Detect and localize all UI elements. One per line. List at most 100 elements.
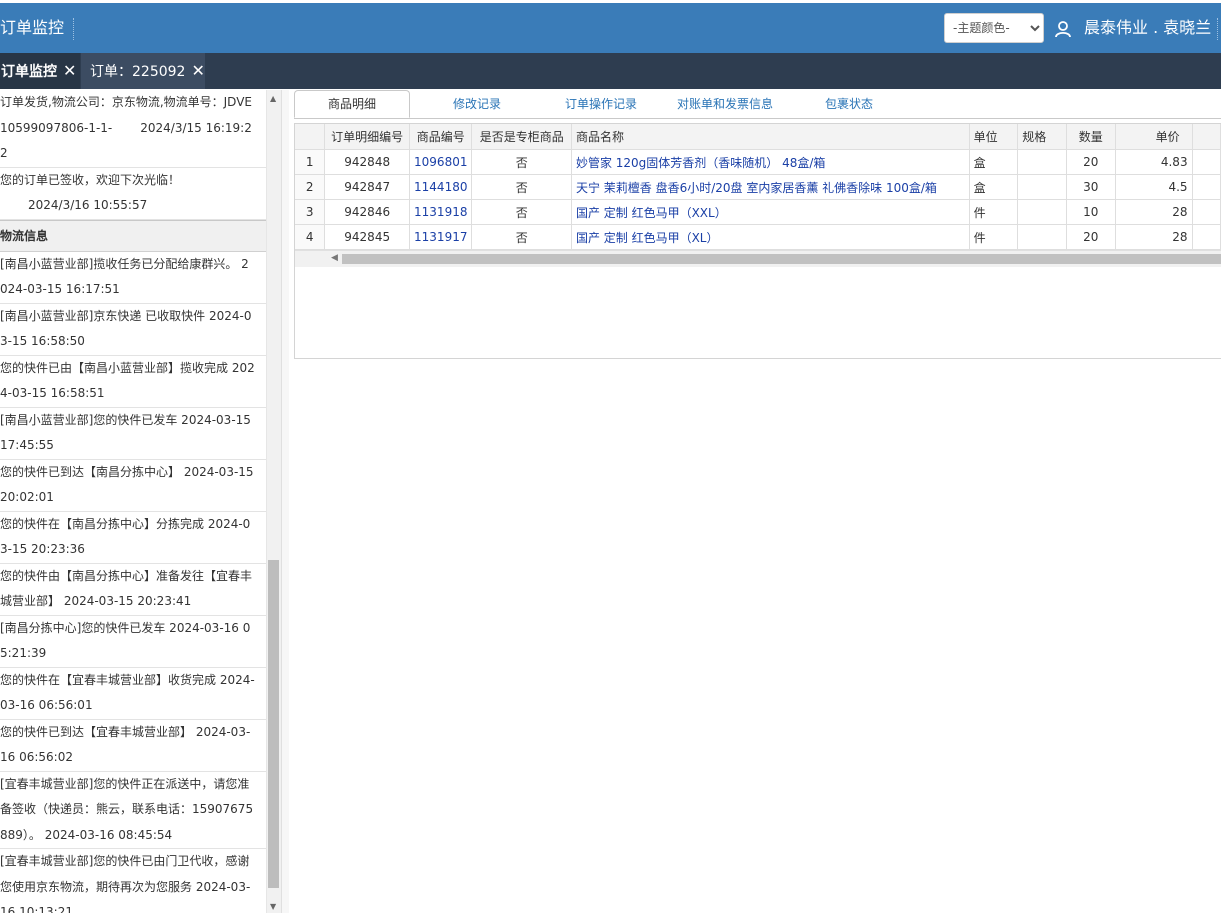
panel-splitter[interactable] xyxy=(281,90,289,913)
tab-package-status[interactable]: 包裹状态 xyxy=(806,90,892,118)
tab-order-detail[interactable]: 订单：225092 ✕ xyxy=(81,53,205,89)
column-header[interactable]: 商品名称 xyxy=(571,124,970,150)
tab-product-details[interactable]: 商品明细 xyxy=(294,90,410,118)
empty-cell xyxy=(1192,149,1221,175)
logistics-entry: [宜春丰城营业部]您的快件已由门卫代收，感谢您使用京东物流，期待再次为您服务 2… xyxy=(0,849,266,913)
column-header[interactable]: 订单明细编号 xyxy=(324,124,411,150)
detail-id-cell: 942845 xyxy=(324,224,411,250)
tab-operation-log[interactable]: 订单操作记录 xyxy=(544,90,658,118)
row-number: 1 xyxy=(295,149,326,175)
empty-cell xyxy=(1192,199,1221,225)
row-number-header xyxy=(295,124,326,150)
logistics-entry: [宜春丰城营业部]您的快件正在派送中，请您准备签收（快递员：熊云，联系电话：15… xyxy=(0,772,266,849)
column-header[interactable]: 单位 xyxy=(969,124,1019,150)
detail-id-cell: 942848 xyxy=(324,149,411,175)
status-entry: 订单发货,物流公司：京东物流,物流单号：JDVE10599097806-1-1-… xyxy=(0,90,266,168)
product-grid: 订单明细编号 商品编号 是否是专柜商品 商品名称 单位 规格 数量 单价 1 9… xyxy=(294,123,1221,359)
unit-cell: 件 xyxy=(969,224,1019,250)
logistics-entry: [南昌小蓝营业部]您的快件已发车 2024-03-15 17:45:55 xyxy=(0,408,266,460)
detail-id-cell: 942847 xyxy=(324,174,411,200)
theme-color-select[interactable]: -主题颜色- xyxy=(944,13,1044,43)
tab-statement-invoice[interactable]: 对账单和发票信息 xyxy=(668,90,782,118)
column-header[interactable]: 单价 xyxy=(1115,124,1193,150)
empty-cell xyxy=(1192,174,1221,200)
product-id-cell[interactable]: 1131918 xyxy=(409,199,473,225)
row-number: 4 xyxy=(295,224,326,250)
unit-price-cell: 28 xyxy=(1115,224,1193,250)
unit-price-cell: 28 xyxy=(1115,199,1193,225)
product-id-cell[interactable]: 1144180 xyxy=(409,174,473,200)
unit-cell: 盒 xyxy=(969,174,1019,200)
logistics-entry: 您的快件在【宜春丰城营业部】收货完成 2024-03-16 06:56:01 xyxy=(0,668,266,720)
product-name-cell[interactable]: 国产 定制 红色马甲（XXL） xyxy=(571,199,970,225)
spec-cell xyxy=(1017,224,1067,250)
logistics-header: 物流信息 xyxy=(0,219,266,252)
column-header[interactable]: 是否是专柜商品 xyxy=(471,124,572,150)
left-panel-scrollbar[interactable]: ▲ ▼ xyxy=(266,90,281,913)
row-number: 3 xyxy=(295,199,326,225)
scrollbar-thumb[interactable] xyxy=(268,560,279,888)
logistics-entry: 您的快件已到达【南昌分拣中心】 2024-03-15 20:02:01 xyxy=(0,460,266,512)
unit-price-cell: 4.5 xyxy=(1115,174,1193,200)
user-name[interactable]: 晨泰伟业 . 袁晓兰 xyxy=(1084,17,1211,39)
logistics-entry: 您的快件由【南昌分拣中心】准备发往【宜春丰城营业部】 2024-03-15 20… xyxy=(0,564,266,616)
close-icon[interactable]: ✕ xyxy=(191,61,204,80)
product-id-cell[interactable]: 1131917 xyxy=(409,224,473,250)
unit-cell: 件 xyxy=(969,199,1019,225)
counter-flag-cell: 否 xyxy=(471,174,572,200)
user-icon[interactable] xyxy=(1053,19,1073,39)
table-row[interactable]: 1 942848 1096801 否 妙管家 120g固体芳香剂（香味随机） 4… xyxy=(295,149,1221,175)
scroll-down-icon[interactable]: ▼ xyxy=(270,902,276,911)
status-text: 您的订单已签收，欢迎下次光临！ xyxy=(0,172,181,187)
logistics-entry: [南昌小蓝营业部]京东快递 已收取快件 2024-03-15 16:58:50 xyxy=(0,304,266,356)
grid-horizontal-scrollbar[interactable]: ◀ xyxy=(295,250,1221,267)
header-divider xyxy=(73,18,74,40)
unit-price-cell: 4.83 xyxy=(1115,149,1193,175)
scroll-up-icon[interactable]: ▲ xyxy=(270,94,276,103)
tab-label: 订单监控 xyxy=(1,64,57,80)
counter-flag-cell: 否 xyxy=(471,199,572,225)
table-header-row: 订单明细编号 商品编号 是否是专柜商品 商品名称 单位 规格 数量 单价 xyxy=(295,124,1221,150)
table-row[interactable]: 4 942845 1131917 否 国产 定制 红色马甲（XL） 件 20 2… xyxy=(295,224,1221,250)
empty-cell xyxy=(1192,224,1221,250)
detail-id-cell: 942846 xyxy=(324,199,411,225)
detail-tabs: 商品明细 修改记录 订单操作记录 对账单和发票信息 包裹状态 xyxy=(294,90,1221,119)
product-table: 订单明细编号 商品编号 是否是专柜商品 商品名称 单位 规格 数量 单价 1 9… xyxy=(295,124,1221,250)
scroll-left-icon[interactable]: ◀ xyxy=(331,253,338,263)
scrollbar-thumb[interactable] xyxy=(342,254,1221,264)
close-icon[interactable]: ✕ xyxy=(63,61,76,80)
quantity-cell: 20 xyxy=(1066,149,1116,175)
product-name-cell[interactable]: 天宁 茉莉檀香 盘香6小时/20盘 室内家居香薰 礼佛香除味 100盒/箱 xyxy=(571,174,970,200)
order-status-panel: 订单发货,物流公司：京东物流,物流单号：JDVE10599097806-1-1-… xyxy=(0,90,266,913)
spec-cell xyxy=(1017,174,1067,200)
quantity-cell: 20 xyxy=(1066,224,1116,250)
tab-order-monitor[interactable]: 订单监控 ✕ xyxy=(0,53,80,89)
product-id-cell[interactable]: 1096801 xyxy=(409,149,473,175)
app-title: 订单监控 xyxy=(0,18,65,37)
tab-bar: 订单监控 ✕ 订单：225092 ✕ xyxy=(0,53,1221,89)
logistics-entry: 您的快件在【南昌分拣中心】分拣完成 2024-03-15 20:23:36 xyxy=(0,512,266,564)
counter-flag-cell: 否 xyxy=(471,224,572,250)
row-number: 2 xyxy=(295,174,326,200)
unit-cell: 盒 xyxy=(969,149,1019,175)
column-header[interactable]: 数量 xyxy=(1066,124,1116,150)
table-row[interactable]: 2 942847 1144180 否 天宁 茉莉檀香 盘香6小时/20盘 室内家… xyxy=(295,174,1221,200)
quantity-cell: 10 xyxy=(1066,199,1116,225)
tab-label: 订单：225092 xyxy=(90,64,186,80)
logistics-entry: [南昌分拣中心]您的快件已发车 2024-03-16 05:21:39 xyxy=(0,616,266,668)
counter-flag-cell: 否 xyxy=(471,149,572,175)
column-header[interactable] xyxy=(1192,124,1221,150)
status-entry: 您的订单已签收，欢迎下次光临！ 2024/3/16 10:55:57 xyxy=(0,168,266,220)
column-header[interactable]: 规格 xyxy=(1017,124,1067,150)
logistics-entry: 您的快件已到达【宜春丰城营业部】 2024-03-16 06:56:02 xyxy=(0,720,266,772)
product-name-cell[interactable]: 妙管家 120g固体芳香剂（香味随机） 48盒/箱 xyxy=(571,149,970,175)
header-divider xyxy=(1217,18,1218,40)
spec-cell xyxy=(1017,149,1067,175)
column-header[interactable]: 商品编号 xyxy=(409,124,473,150)
quantity-cell: 30 xyxy=(1066,174,1116,200)
logistics-entry: [南昌小蓝营业部]揽收任务已分配给康群兴。 2024-03-15 16:17:5… xyxy=(0,252,266,304)
order-detail-panel: 商品明细 修改记录 订单操作记录 对账单和发票信息 包裹状态 订单明细编号 商品… xyxy=(290,90,1221,913)
tab-modify-log[interactable]: 修改记录 xyxy=(430,90,524,118)
product-name-cell[interactable]: 国产 定制 红色马甲（XL） xyxy=(571,224,970,250)
table-row[interactable]: 3 942846 1131918 否 国产 定制 红色马甲（XXL） 件 10 … xyxy=(295,199,1221,225)
